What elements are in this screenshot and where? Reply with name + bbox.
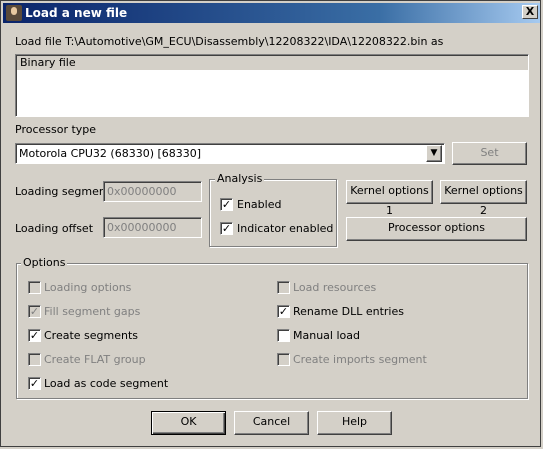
close-button[interactable]: X — [522, 5, 538, 19]
rename-dll-entries-checkbox[interactable]: ✓ — [277, 305, 290, 318]
loading-offset-input[interactable]: 0x00000000 — [103, 217, 202, 238]
load-file-dialog: Load a new file X Load file T:\Automotiv… — [0, 0, 541, 447]
options-group-title: Options — [21, 256, 68, 269]
indicator-enabled-checkbox[interactable]: ✓ — [220, 222, 233, 235]
load-resources-label: Load resources — [293, 281, 377, 294]
load-file-label: Load file T:\Automotive\GM_ECU\Disassemb… — [15, 35, 444, 48]
create-imports-segment-checkbox[interactable] — [277, 353, 290, 366]
list-item[interactable]: Binary file — [17, 56, 528, 70]
load-as-code-segment-checkbox[interactable]: ✓ — [28, 377, 41, 390]
loading-segment-label: Loading segment — [15, 185, 111, 198]
analysis-group-title: Analysis — [215, 172, 265, 185]
fill-segment-gaps-label: Fill segment gaps — [44, 305, 141, 318]
kernel-options-2-button[interactable]: Kernel options 2 — [440, 180, 527, 217]
create-segments-checkbox[interactable]: ✓ — [28, 329, 41, 342]
file-format-list[interactable]: Binary file — [15, 54, 529, 117]
create-flat-group-checkbox[interactable] — [28, 353, 41, 366]
loading-offset-label: Loading offset — [15, 222, 94, 235]
manual-load-label: Manual load — [293, 329, 360, 342]
chevron-down-icon[interactable]: ▼ — [426, 145, 442, 162]
kernel-options-1-button[interactable]: Kernel options 1 — [346, 180, 433, 217]
rename-dll-entries-label: Rename DLL entries — [293, 305, 404, 318]
create-imports-segment-label: Create imports segment — [293, 353, 427, 366]
loading-offset-value: 0x00000000 — [107, 221, 177, 234]
dialog-title: Load a new file — [25, 6, 128, 20]
manual-load-checkbox[interactable] — [277, 329, 290, 342]
create-segments-label: Create segments — [44, 329, 139, 342]
processor-options-button[interactable]: Processor options — [346, 217, 527, 241]
help-button[interactable]: Help — [317, 411, 392, 435]
enabled-checkbox[interactable]: ✓ — [220, 198, 233, 211]
analysis-group — [209, 179, 337, 247]
loading-options-label: Loading options — [44, 281, 132, 294]
load-as-code-segment-label: Load as code segment — [44, 377, 169, 390]
loading-segment-value: 0x00000000 — [107, 185, 177, 198]
processor-selected: Motorola CPU32 (68330) [68330] — [19, 147, 202, 160]
processor-type-label: Processor type — [15, 123, 97, 136]
processor-type-select[interactable]: Motorola CPU32 (68330) [68330] ▼ — [15, 143, 445, 164]
fill-segment-gaps-checkbox[interactable]: ✓ — [28, 305, 41, 318]
ok-button[interactable]: OK — [151, 411, 226, 435]
indicator-enabled-label: Indicator enabled — [237, 222, 334, 235]
enabled-label: Enabled — [237, 198, 282, 211]
ida-app-icon — [6, 5, 22, 21]
loading-segment-input[interactable]: 0x00000000 — [103, 181, 202, 202]
load-resources-checkbox[interactable] — [277, 281, 290, 294]
create-flat-group-label: Create FLAT group — [44, 353, 146, 366]
set-button[interactable]: Set — [452, 142, 527, 165]
loading-options-checkbox[interactable] — [28, 281, 41, 294]
cancel-button[interactable]: Cancel — [234, 411, 309, 435]
title-bar[interactable]: Load a new file X — [3, 3, 540, 23]
